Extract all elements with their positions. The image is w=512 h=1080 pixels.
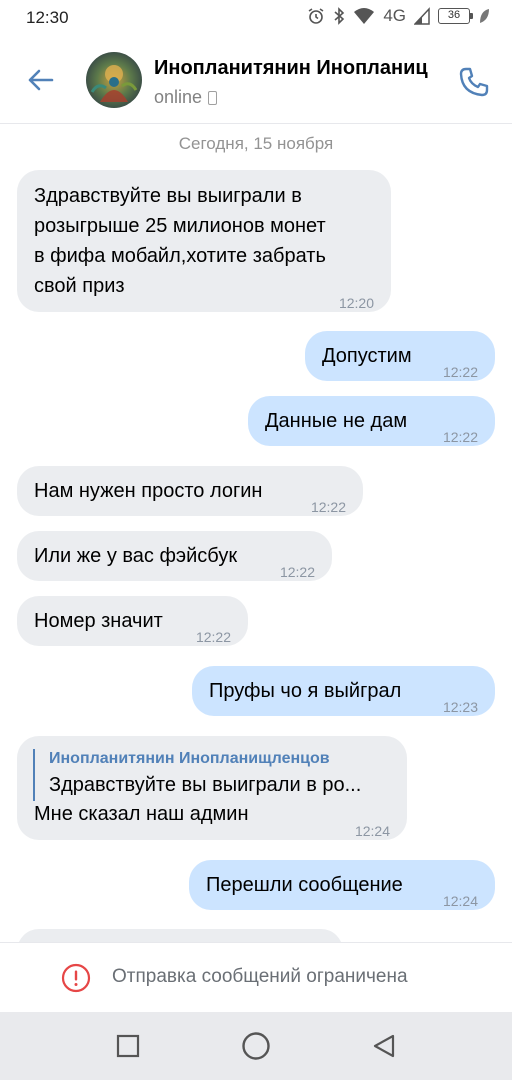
bluetooth-icon xyxy=(334,7,345,25)
leaf-icon xyxy=(480,9,489,23)
online-status: online xyxy=(154,87,203,107)
message-list[interactable]: Сегодня, 15 ноября Здравствуйте вы выигр… xyxy=(0,124,512,942)
chat-title: Инопланитянин Инопланиц xyxy=(154,57,428,79)
message-outgoing[interactable]: Допустим 12:22 xyxy=(305,331,495,381)
message-time: 12:22 xyxy=(442,429,478,445)
message-incoming[interactable]: Или же у вас фэйсбук 12:22 xyxy=(17,531,332,581)
chat-header: Инопланитянин Инопланиц online xyxy=(0,36,512,124)
system-back-button[interactable] xyxy=(366,1028,402,1064)
reply-author: Инопланитянин Инопланищленцов xyxy=(49,750,330,767)
restriction-bar: Отправка сообщений ограничена xyxy=(0,942,512,1012)
triangle-back-icon xyxy=(373,1034,395,1058)
message-outgoing[interactable]: Данные не дам 12:22 xyxy=(248,396,495,446)
restriction-text: Отправка сообщений ограничена xyxy=(112,966,408,987)
call-button[interactable] xyxy=(454,62,494,102)
message-text: Данные не дам xyxy=(265,410,408,432)
wifi-icon xyxy=(354,8,375,24)
circle-icon xyxy=(242,1032,270,1060)
message-time: 12:22 xyxy=(195,629,231,645)
message-time: 12:22 xyxy=(442,364,478,380)
message-text: Пруфы чо я выйграл xyxy=(209,680,402,702)
square-icon xyxy=(116,1034,140,1058)
message-text: Нам нужен просто логин xyxy=(34,480,263,502)
network-label: 4G xyxy=(383,6,406,25)
message-line: розыгрыше 25 милионов монет xyxy=(34,215,326,237)
warning-circle-icon xyxy=(61,963,91,993)
reply-text: Здравствуйте вы выиграли в ро... xyxy=(49,774,362,796)
avatar[interactable] xyxy=(86,52,142,108)
message-line: в фифа мобайл,хотите забрать xyxy=(34,245,326,267)
message-line: Здравствуйте вы выиграли в xyxy=(34,185,302,207)
arrow-left-icon xyxy=(28,69,54,91)
chat-status: online xyxy=(154,87,218,108)
message-outgoing[interactable]: Перешли сообщение 12:24 xyxy=(189,860,495,910)
message-time: 12:22 xyxy=(279,564,315,580)
message-incoming[interactable]: Здравствуйте вы выиграли в розыгрыше 25 … xyxy=(17,170,391,312)
battery-level: 36 xyxy=(447,9,461,21)
reply-quote[interactable]: Инопланитянин Инопланищленцов Здравствуй… xyxy=(33,749,361,801)
message-line: свой приз xyxy=(34,275,125,297)
message-incoming[interactable]: Номер значит 12:22 xyxy=(17,596,248,646)
alarm-icon xyxy=(308,8,324,24)
message-text: Допустим xyxy=(322,345,412,367)
recent-apps-button[interactable] xyxy=(110,1028,146,1064)
message-incoming-partial[interactable] xyxy=(17,929,343,942)
message-time: 12:22 xyxy=(310,499,346,515)
date-separator: Сегодня, 15 ноября xyxy=(178,134,334,153)
back-button[interactable] xyxy=(22,62,58,98)
message-text: Перешли сообщение xyxy=(206,874,403,896)
message-outgoing[interactable]: Пруфы чо я выйграл 12:23 xyxy=(192,666,495,716)
message-text: Номер значит xyxy=(34,610,163,632)
message-time: 12:20 xyxy=(338,295,374,311)
message-time: 12:24 xyxy=(354,823,390,839)
mobile-device-icon xyxy=(208,90,218,105)
message-incoming-reply[interactable]: Инопланитянин Инопланищленцов Здравствуй… xyxy=(17,736,407,840)
battery-icon: 36 xyxy=(438,8,473,24)
message-time: 12:23 xyxy=(442,699,478,715)
system-navbar xyxy=(0,1012,512,1080)
status-icons: 4G 36 xyxy=(307,6,490,26)
signal-icon xyxy=(414,7,430,25)
status-time: 12:30 xyxy=(26,8,69,27)
message-incoming[interactable]: Нам нужен просто логин 12:22 xyxy=(17,466,363,516)
status-bar: 12:30 4G 36 xyxy=(0,0,512,36)
message-text: Здравствуйте вы выиграли в розыгрыше 25 … xyxy=(34,181,326,301)
message-time: 12:24 xyxy=(442,893,478,909)
home-button[interactable] xyxy=(238,1028,274,1064)
message-text: Мне сказал наш админ xyxy=(34,803,249,825)
message-text: Или же у вас фэйсбук xyxy=(34,545,238,567)
phone-icon xyxy=(459,67,489,97)
avatar-image xyxy=(86,52,142,108)
